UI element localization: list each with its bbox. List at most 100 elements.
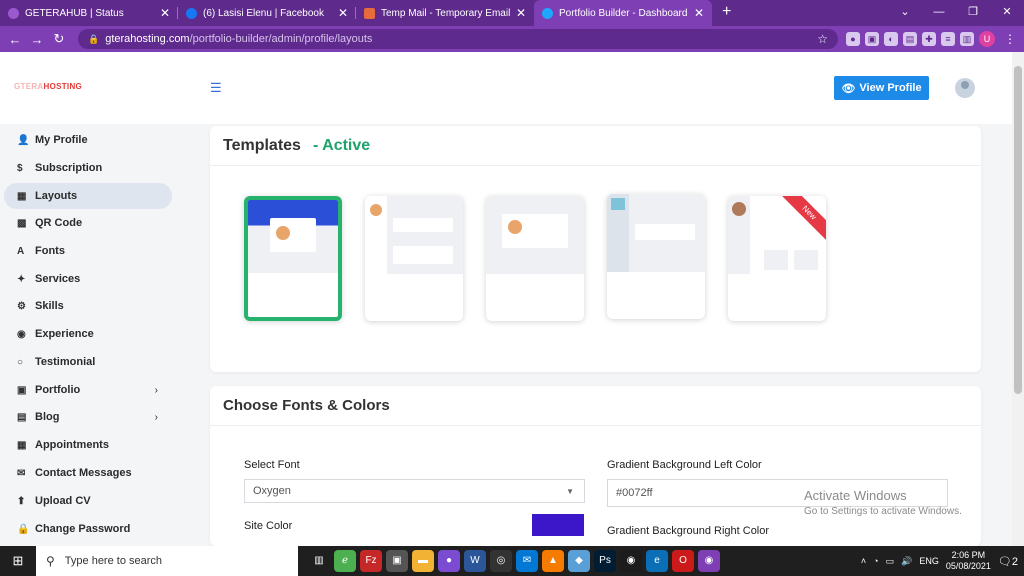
sidebar-item-services[interactable]: ✦ Services — [4, 266, 172, 292]
template-card-4[interactable] — [607, 194, 705, 319]
address-bar[interactable]: 🔒 gterahosting.com /portfolio-builder/ad… — [78, 29, 838, 49]
app-icon[interactable]: ● — [438, 550, 460, 572]
font-select[interactable]: Oxygen ▼ — [244, 479, 585, 503]
menu-icon[interactable]: ⋮ — [1004, 32, 1016, 46]
close-tab-icon[interactable]: ✕ — [694, 6, 704, 20]
filezilla-icon[interactable]: Fz — [360, 550, 382, 572]
puzzle-icon[interactable]: ✚ — [922, 32, 936, 46]
tab-search-icon[interactable]: ⌄ — [888, 0, 922, 24]
sidebar-item-upload-cv[interactable]: ⬆ Upload CV — [4, 488, 172, 514]
extension-icon[interactable]: ▣ — [865, 32, 879, 46]
view-profile-button[interactable]: 👁 View Profile — [834, 76, 929, 100]
windows-start-icon[interactable]: ⊞ — [0, 553, 36, 569]
template-card-3[interactable] — [486, 196, 584, 321]
opera-icon[interactable]: O — [672, 550, 694, 572]
minimize-icon[interactable]: — — [922, 0, 956, 24]
sidebar-item-qr-code[interactable]: ▩ QR Code — [4, 210, 172, 236]
sidebar-item-contact-messages[interactable]: ✉ Contact Messages — [4, 460, 172, 486]
sidebar-item-experience[interactable]: ◉ Experience — [4, 321, 172, 347]
sidebar-item-change-password[interactable]: 🔒 Change Password — [4, 516, 172, 542]
restore-icon[interactable]: ❐ — [956, 0, 990, 24]
word-icon[interactable]: W — [464, 550, 486, 572]
sidebar-item-label: Services — [35, 273, 81, 285]
tab-label: Temp Mail - Temporary Email — [381, 7, 511, 19]
extension-icon[interactable]: ◐ — [884, 32, 898, 46]
sidebar-item-blog[interactable]: ▤ Blog › — [4, 404, 172, 430]
browser-tab-geterahub[interactable]: GETERAHUB | Status ✕ — [0, 0, 178, 26]
browser-tab-temp-mail[interactable]: Temp Mail - Temporary Email ✕ — [356, 0, 534, 26]
template-card-5[interactable]: New — [728, 196, 826, 321]
forward-icon[interactable]: → — [26, 32, 48, 47]
battery-icon[interactable]: ▭ — [886, 556, 895, 567]
sidebar-item-label: Experience — [35, 328, 94, 340]
page: GTERAHOSTING ☰ 👁 View Profile 👤 My Profil… — [0, 52, 1012, 546]
notifications-icon[interactable]: 🗨2 — [998, 555, 1018, 568]
sidebar-item-fonts[interactable]: A Fonts — [4, 238, 172, 264]
gradient-left-value: #0072ff — [616, 487, 653, 499]
sidebar-item-label: Subscription — [35, 162, 103, 174]
extension-icon[interactable]: ▤ — [903, 32, 917, 46]
sidebar-item-label: Layouts — [35, 190, 78, 202]
close-tab-icon[interactable]: ✕ — [160, 6, 170, 20]
media-icon[interactable]: ≡ — [941, 32, 955, 46]
language-indicator[interactable]: ENG — [919, 556, 939, 566]
site-color-swatch[interactable] — [532, 514, 584, 536]
reload-icon[interactable]: ↻ — [48, 31, 70, 47]
template-card-1[interactable] — [244, 196, 342, 321]
vlc-icon[interactable]: ▲ — [542, 550, 564, 572]
back-icon[interactable]: ← — [4, 32, 26, 47]
template-card-2[interactable] — [365, 196, 463, 321]
sync-icon[interactable]: ▥ — [960, 32, 974, 46]
browser-toolbar: ← → ↻ 🔒 gterahosting.com /portfolio-buil… — [0, 26, 1024, 52]
templates-status: - Active — [312, 136, 371, 154]
close-window-icon[interactable]: ✕ — [990, 0, 1024, 24]
clock[interactable]: 2:06 PM 05/08/2021 — [946, 550, 991, 572]
eye-icon: 👁 — [841, 82, 856, 95]
close-tab-icon[interactable]: ✕ — [338, 6, 348, 20]
logo[interactable]: GTERAHOSTING — [14, 82, 82, 91]
chrome-icon[interactable]: ◉ — [620, 550, 642, 572]
mail-favicon-icon — [364, 7, 375, 19]
browser-tab-facebook[interactable]: (6) Lasisi Elenu | Facebook ✕ — [178, 0, 356, 26]
file-explorer-icon[interactable]: ▬ — [412, 550, 434, 572]
sidebar-item-layouts[interactable]: ▦ Layouts — [4, 183, 172, 209]
photoshop-icon[interactable]: Ps — [594, 550, 616, 572]
app-icon[interactable]: ◆ — [568, 550, 590, 572]
wrench-icon: ✦ — [17, 273, 26, 285]
browser-tab-portfolio-builder[interactable]: Portfolio Builder - Dashboard ✕ — [534, 0, 712, 26]
font-icon: A — [17, 245, 25, 257]
envelope-icon: ✉ — [17, 467, 26, 479]
close-tab-icon[interactable]: ✕ — [516, 6, 526, 20]
windows-taskbar: ⊞ ⚲ Type here to search ▥ ℯ Fz ▣ ▬ ● W ◎… — [0, 546, 1024, 576]
sidebar-item-skills[interactable]: ⚙ Skills — [4, 293, 172, 319]
task-view-icon[interactable]: ▥ — [308, 550, 330, 572]
page-scrollbar[interactable] — [1012, 52, 1024, 546]
app-icon[interactable]: ◎ — [490, 550, 512, 572]
profile-avatar[interactable]: U — [979, 31, 995, 47]
sidebar-item-my-profile[interactable]: 👤 My Profile — [4, 127, 172, 153]
mail-icon[interactable]: ✉ — [516, 550, 538, 572]
hamburger-menu-icon[interactable]: ☰ — [210, 80, 222, 96]
volume-icon[interactable]: 🔊 — [901, 556, 912, 567]
bookmark-star-icon[interactable]: ☆ — [817, 32, 828, 46]
sidebar-item-portfolio[interactable]: ▣ Portfolio › — [4, 377, 172, 403]
store-icon[interactable]: ▣ — [386, 550, 408, 572]
tab-label: GETERAHUB | Status — [25, 7, 124, 19]
edge-icon[interactable]: e — [646, 550, 668, 572]
app-icon[interactable]: ℯ — [334, 550, 356, 572]
chevron-right-icon: › — [154, 384, 158, 396]
calendar-icon: ▦ — [17, 439, 27, 451]
sidebar-item-label: Contact Messages — [35, 467, 132, 479]
dropdown-caret-icon: ▼ — [566, 486, 574, 496]
network-icon[interactable]: ◔ — [873, 556, 878, 566]
sidebar-item-appointments[interactable]: ▦ Appointments — [4, 432, 172, 458]
tray-chevron-icon[interactable]: ˄ — [861, 556, 866, 566]
sidebar-item-testimonial[interactable]: ○ Testimonial — [4, 349, 172, 375]
new-tab-button[interactable]: + — [722, 3, 731, 21]
sidebar: 👤 My Profile $ Subscription ▦ Layouts ▩ QR Code… — [0, 124, 190, 546]
user-avatar-icon[interactable] — [955, 78, 975, 98]
sidebar-item-subscription[interactable]: $ Subscription — [4, 155, 172, 181]
cookie-extension-icon[interactable]: ● — [846, 32, 860, 46]
chrome-active-icon[interactable]: ◉ — [698, 550, 720, 572]
taskbar-search-input[interactable]: ⚲ Type here to search — [36, 546, 298, 576]
